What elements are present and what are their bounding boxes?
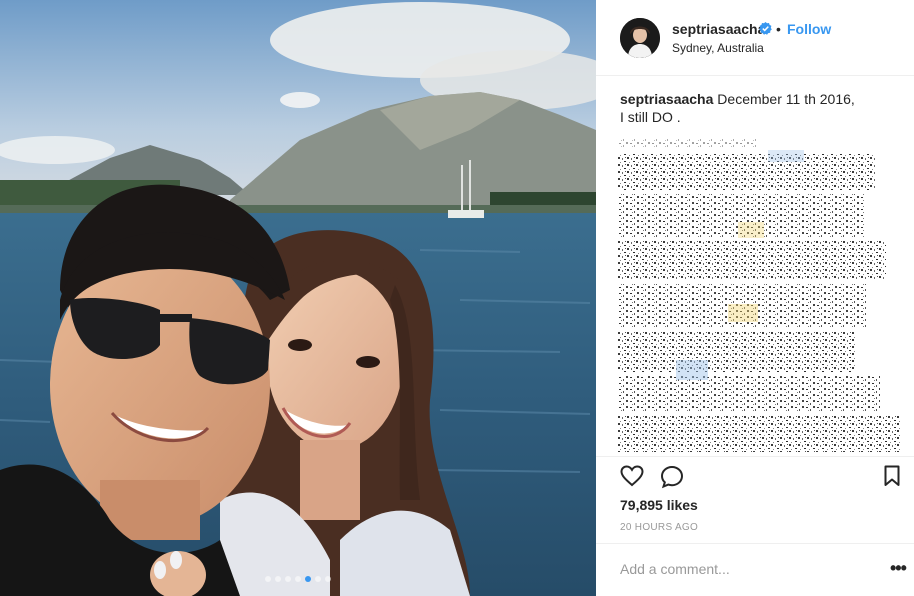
carousel-dot — [325, 576, 331, 582]
add-comment-input[interactable] — [620, 561, 860, 577]
carousel-dot — [315, 576, 321, 582]
caption-author-link[interactable]: septriasaacha — [620, 91, 713, 107]
follow-button[interactable]: Follow — [787, 21, 831, 37]
caption-text-line1: December 11 th 2016, — [713, 91, 855, 107]
avatar-image — [620, 18, 660, 58]
more-options-button[interactable]: ••• — [890, 559, 907, 577]
separator-dot: • — [776, 21, 781, 37]
carousel-dot — [275, 576, 281, 582]
photo-illustration — [0, 0, 596, 596]
carousel-dot — [285, 576, 291, 582]
avatar[interactable] — [620, 18, 660, 58]
bookmark-outline-icon[interactable] — [884, 465, 900, 492]
post-header: septriasaacha • Follow Sydney, Australia — [596, 0, 914, 76]
speech-bubble-icon[interactable] — [660, 465, 684, 494]
verified-badge-icon — [759, 22, 772, 35]
username-link[interactable]: septriasaacha — [672, 21, 765, 37]
post-timestamp[interactable]: 20 HOURS AGO — [620, 522, 698, 533]
post-photo[interactable] — [0, 0, 596, 596]
comments-pixelated-area — [618, 136, 900, 454]
carousel-dot — [265, 576, 271, 582]
carousel-dot — [305, 576, 311, 582]
post-side-panel: septriasaacha • Follow Sydney, Australia… — [596, 0, 914, 596]
post-caption: septriasaacha December 11 th 2016, I sti… — [620, 90, 890, 126]
carousel-dot — [295, 576, 301, 582]
heart-outline-icon[interactable] — [620, 465, 644, 492]
action-bar — [596, 456, 914, 497]
location-link[interactable]: Sydney, Australia — [672, 41, 764, 55]
pixelated-comments-image — [618, 136, 900, 454]
comment-form: ••• — [596, 543, 914, 596]
carousel-indicator — [0, 576, 596, 582]
caption-text-line2: I still DO . — [620, 109, 681, 125]
like-count[interactable]: 79,895 likes — [620, 497, 698, 513]
